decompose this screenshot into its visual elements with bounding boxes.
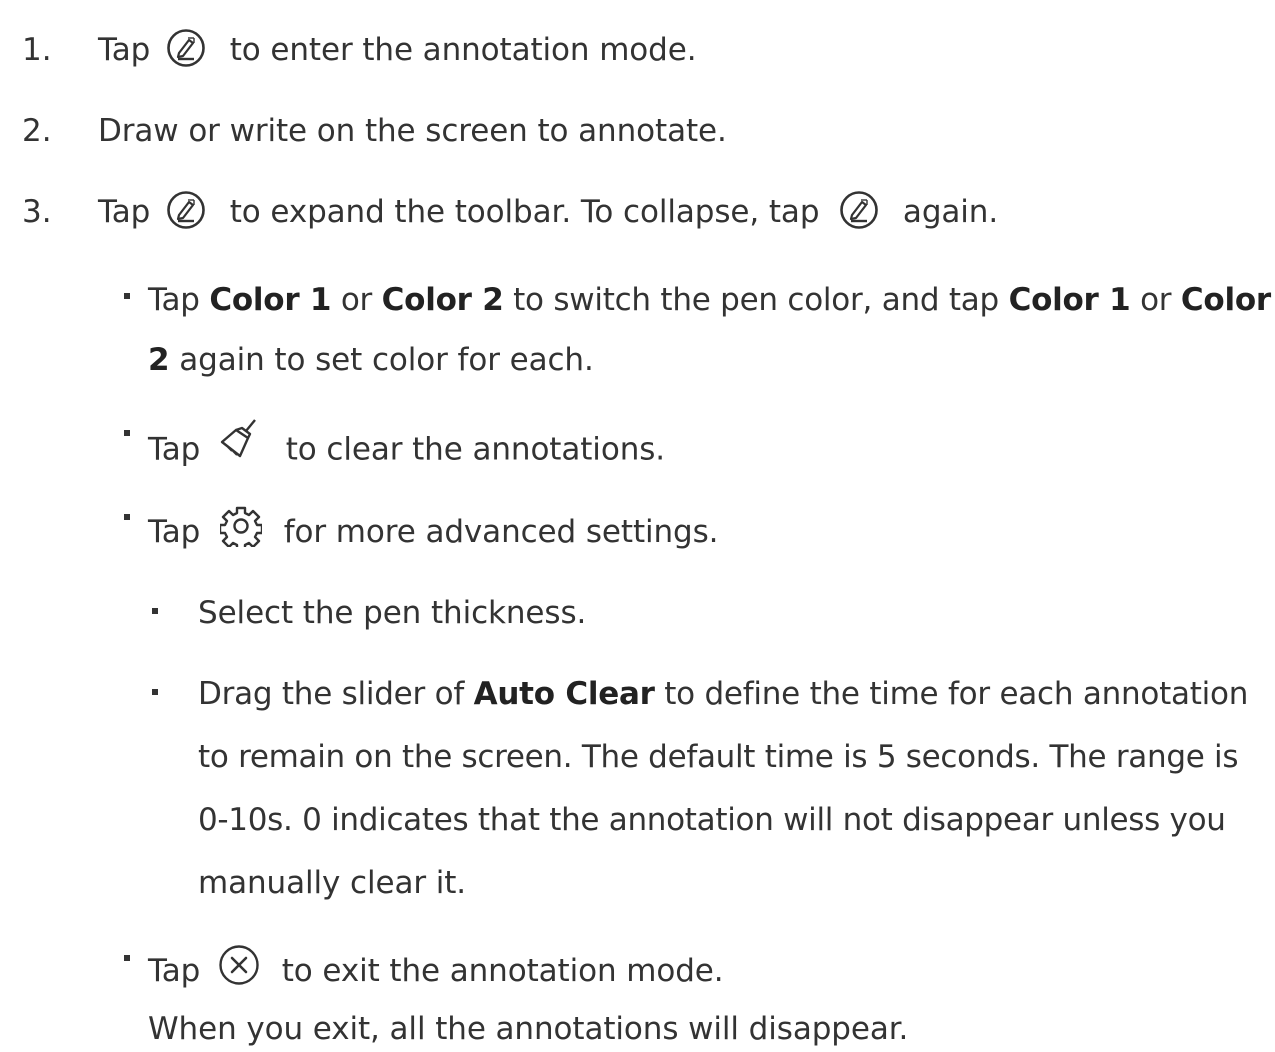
step-number: 1.	[22, 32, 52, 68]
bullet-text: or	[1140, 282, 1172, 318]
broom-icon	[218, 418, 264, 464]
step-number: 3.	[22, 194, 52, 230]
auto-clear-line-1: Drag the slider of Auto Clear to define …	[198, 674, 1248, 714]
auto-clear-line-4: manually clear it.	[198, 863, 466, 903]
bullet-marker	[152, 608, 158, 614]
bullet-text: Tap	[148, 514, 201, 550]
bullet-text: Tap	[148, 282, 200, 318]
bullet-text: When you exit, all the annotations will …	[148, 1011, 909, 1047]
step-text: Tap	[98, 32, 151, 68]
bullet-marker	[124, 430, 130, 436]
bold-term: 2	[148, 342, 170, 378]
bullet-text: to exit the annotation mode.	[281, 953, 724, 989]
auto-clear-line-3: 0-10s. 0 indicates that the annotation w…	[198, 800, 1226, 840]
step-text: to expand the toolbar. To collapse, tap	[229, 194, 820, 230]
bullet-marker	[152, 689, 158, 695]
bold-term: Color	[1180, 282, 1271, 318]
bullet-marker	[124, 293, 130, 299]
bullet-text: or	[340, 282, 373, 318]
exit-note: When you exit, all the annotations will …	[148, 1009, 908, 1049]
bold-term: Color 1	[209, 282, 332, 318]
bullet-text: again to set color for each.	[179, 342, 594, 378]
pen-circle-icon	[166, 28, 206, 68]
color-bullet-line-1: Tap Color 1 or Color 2 to switch the pen…	[148, 280, 1271, 320]
bullet-text: 0-10s. 0 indicates that the annotation w…	[198, 802, 1226, 838]
bullet-text: to switch the pen color, and tap	[513, 282, 999, 318]
gear-icon	[219, 505, 262, 547]
color-bullet-line-2: 2 again to set color for each.	[148, 340, 594, 380]
bullet-text: manually clear it.	[198, 865, 467, 901]
bold-term: Color 1	[1008, 282, 1131, 318]
step-number: 2.	[22, 113, 52, 149]
bullet-marker	[124, 514, 130, 520]
step-1: Tap to enter the annotation mode.	[98, 28, 697, 72]
step-text: Tap	[98, 194, 151, 230]
pen-circle-icon	[839, 190, 879, 230]
close-circle-icon	[218, 944, 260, 986]
auto-clear-line-2: to remain on the screen. The default tim…	[198, 737, 1238, 777]
bold-term: Color 2	[381, 282, 504, 318]
bullet-text: to remain on the screen. The default tim…	[198, 739, 1239, 775]
bullet-text: Select the pen thickness.	[198, 595, 587, 631]
step-text: Draw or write on the screen to annotate.	[98, 113, 727, 149]
bullet-text: Tap	[148, 431, 201, 468]
settings-bullet: Tap for more advanced settings.	[148, 506, 719, 555]
bullet-text: to clear the annotations.	[285, 431, 666, 468]
step-3: Tap to expand the toolbar. To collapse, …	[98, 190, 999, 234]
thickness-sub-bullet: Select the pen thickness.	[198, 593, 586, 633]
step-text: to enter the annotation mode.	[229, 32, 697, 68]
clear-bullet: Tap to clear the annotations.	[148, 419, 666, 474]
step-2: Draw or write on the screen to annotate.	[98, 111, 727, 151]
instructions-document: 1. Tap to enter the annotation mode. 2. …	[0, 0, 1275, 1052]
exit-bullet: Tap to exit the annotation mode.	[148, 944, 724, 994]
bullet-text: to define the time for each annotation	[664, 676, 1249, 712]
bullet-text: Drag the slider of	[198, 676, 464, 712]
bullet-marker	[124, 955, 130, 961]
bullet-text: for more advanced settings.	[283, 514, 719, 550]
step-text: again.	[902, 194, 999, 230]
bold-term: Auto Clear	[473, 676, 655, 712]
bullet-text: Tap	[148, 953, 201, 989]
pen-circle-icon	[166, 190, 206, 230]
